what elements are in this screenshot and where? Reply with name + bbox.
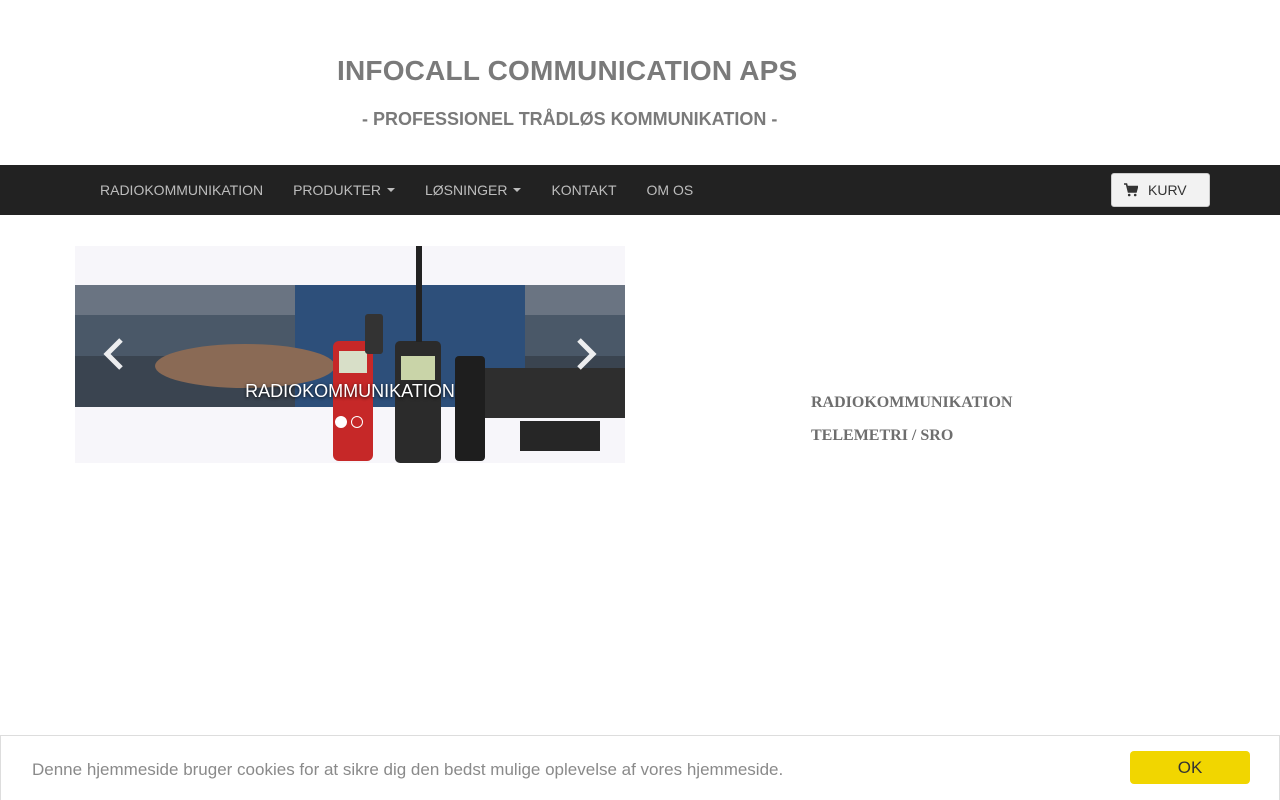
- nav-item-label: OM OS: [646, 182, 694, 198]
- cart-label: KURV: [1148, 182, 1187, 198]
- nav-menu: RADIOKOMMUNIKATION PRODUKTER LØSNINGER K…: [85, 165, 708, 215]
- carousel-prev-button[interactable]: [99, 336, 129, 372]
- cart-button[interactable]: KURV: [1111, 173, 1210, 207]
- carousel-caption: RADIOKOMMUNIKATION: [245, 381, 455, 401]
- site-title: INFOCALL COMMUNICATION APS: [337, 55, 798, 86]
- nav-item-radiokommunikation[interactable]: RADIOKOMMUNIKATION: [85, 165, 278, 215]
- chevron-left-icon: [103, 338, 123, 370]
- side-links: RADIOKOMMUNIKATION TELEMETRI / SRO: [811, 386, 1012, 452]
- nav-item-om-os[interactable]: OM OS: [632, 165, 709, 215]
- cookie-message: Denne hjemmeside bruger cookies for at s…: [32, 760, 784, 779]
- nav-item-label: KONTAKT: [551, 182, 617, 198]
- carousel-next-button[interactable]: [571, 336, 601, 372]
- caret-down-icon: [513, 188, 522, 192]
- caret-down-icon: [386, 188, 395, 192]
- carousel-indicator-1[interactable]: [335, 416, 347, 428]
- image-carousel: RADIOKOMMUNIKATION: [75, 246, 625, 463]
- cookie-accept-button[interactable]: OK: [1130, 751, 1250, 784]
- carousel-indicators: [335, 416, 363, 428]
- carousel-indicator-2[interactable]: [351, 416, 363, 428]
- nav-item-losninger[interactable]: LØSNINGER: [410, 165, 536, 215]
- nav-item-produkter[interactable]: PRODUKTER: [278, 165, 410, 215]
- nav-item-label: PRODUKTER: [293, 182, 381, 198]
- side-link-radiokommunikation[interactable]: RADIOKOMMUNIKATION: [811, 386, 1012, 419]
- site-tagline: - PROFESSIONEL TRÅDLØS KOMMUNIKATION -: [362, 109, 778, 129]
- carousel-slide-image: [75, 246, 625, 463]
- nav-item-label: LØSNINGER: [424, 182, 508, 198]
- nav-item-label: RADIOKOMMUNIKATION: [100, 182, 264, 198]
- main-navbar: RADIOKOMMUNIKATION PRODUKTER LØSNINGER K…: [0, 165, 1280, 215]
- nav-item-kontakt[interactable]: KONTAKT: [536, 165, 631, 215]
- site-header: INFOCALL COMMUNICATION APS - PROFESSIONE…: [0, 0, 1280, 165]
- shopping-cart-icon: [1124, 183, 1138, 197]
- chevron-right-icon: [577, 338, 597, 370]
- side-link-telemetri-sro[interactable]: TELEMETRI / SRO: [811, 419, 1012, 452]
- cookie-consent-bar: Denne hjemmeside bruger cookies for at s…: [0, 735, 1280, 800]
